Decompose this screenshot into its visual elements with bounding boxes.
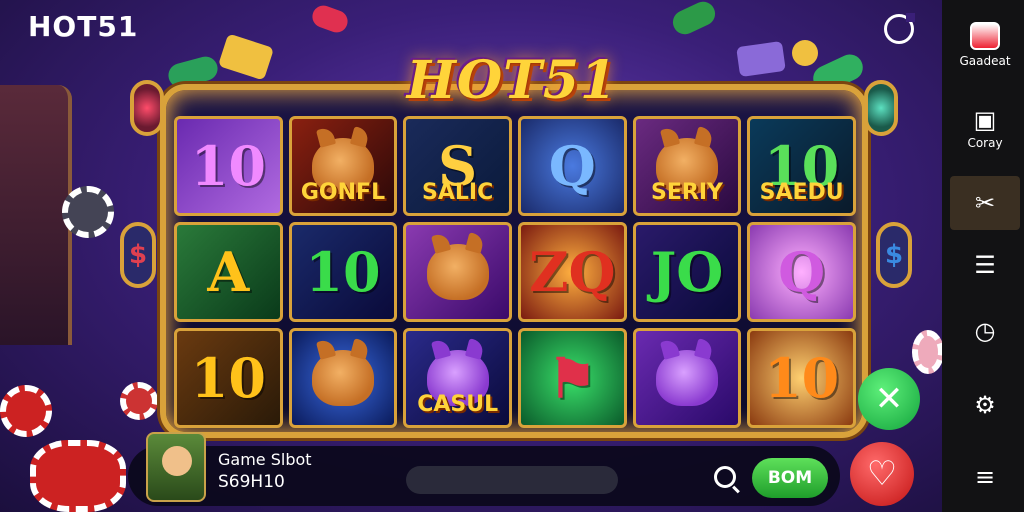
reel-tile[interactable]: CASUL <box>403 328 512 428</box>
sidebar-item-history[interactable]: ◷ <box>950 304 1020 358</box>
tile-symbol: A <box>207 240 250 304</box>
tile-symbol: Q <box>548 134 596 198</box>
animal-icon <box>311 350 374 406</box>
gem-decoration <box>309 2 351 36</box>
sidebar-item-chat[interactable]: ☰ <box>950 238 1020 292</box>
sidebar-item-games[interactable]: ▣ Coray <box>950 102 1020 156</box>
poker-chip-decoration <box>62 186 114 238</box>
poker-chip-decoration <box>0 385 52 437</box>
frame-gem-right <box>864 80 898 136</box>
reel-tile[interactable] <box>288 328 398 428</box>
reel-tile[interactable]: S SALIC <box>403 116 512 216</box>
reel-tile[interactable]: ⚑ <box>517 328 627 428</box>
close-button[interactable]: ✕ <box>858 368 920 430</box>
spin-button[interactable]: BOM <box>752 458 828 498</box>
sidebar-item-settings[interactable]: ⚙ <box>950 378 1020 432</box>
animal-icon <box>655 350 718 406</box>
reel-tile[interactable]: 10 <box>288 222 398 322</box>
tile-symbol: Q <box>778 240 826 304</box>
gold-bar-decoration <box>217 33 275 81</box>
sidebar-item-home[interactable]: Gaadeat <box>950 18 1020 72</box>
frame-gem-left <box>130 80 164 136</box>
tile-symbol: 10 <box>764 346 840 410</box>
tools-icon: ✂ <box>974 189 996 217</box>
app-logo-icon <box>970 22 1000 50</box>
tile-symbol: ⚑ <box>548 346 597 410</box>
dollar-icon-left: $ <box>120 222 156 288</box>
reel-tile[interactable]: GONFL <box>288 116 398 216</box>
favorite-button[interactable]: ♡ <box>850 442 914 506</box>
progress-bar <box>406 466 618 494</box>
menu-icon: ≡ <box>974 463 996 491</box>
sidebar-item-menu[interactable]: ≡ <box>950 450 1020 504</box>
reel-tile[interactable]: JO <box>632 222 742 322</box>
gem-decoration <box>668 0 720 39</box>
avatar[interactable] <box>146 432 206 502</box>
tile-symbol: ZQ <box>529 240 616 304</box>
reel-tile[interactable]: ZQ <box>517 222 627 322</box>
reel-tile[interactable]: Q <box>517 116 627 216</box>
poker-chip-decoration <box>120 382 158 420</box>
dollar-icon-right: $ <box>876 222 912 288</box>
animal-icon <box>426 244 489 300</box>
reel-tile[interactable] <box>403 222 512 322</box>
tile-symbol: JO <box>650 240 724 304</box>
tile-caption: SAEDU <box>759 180 844 205</box>
banknote-decoration <box>736 40 786 78</box>
reel-grid[interactable]: 10 GONFL S SALIC Q SERIY 10 SAEDU A 10 ZQ JO Q 10 CASU… <box>174 116 856 428</box>
clock-icon: ◷ <box>974 317 996 345</box>
tile-caption: SERIY <box>651 180 723 205</box>
brand-title: HOT51 <box>28 10 139 43</box>
tile-symbol: 10 <box>305 240 381 304</box>
reel-tile[interactable]: Q <box>747 222 856 322</box>
reel-tile[interactable]: 10 <box>747 328 856 428</box>
gear-icon: ⚙ <box>974 391 996 419</box>
chat-icon: ☰ <box>974 251 996 279</box>
reel-tile[interactable]: 10 SAEDU <box>747 116 856 216</box>
sidebar-item-label: Coray <box>967 136 1003 150</box>
sidebar-item-tools[interactable]: ✂ <box>950 176 1020 230</box>
balance-amount: S69H10 <box>218 472 285 492</box>
poker-chip-decoration <box>30 440 126 512</box>
tile-symbol: 10 <box>190 346 266 410</box>
search-icon[interactable] <box>714 466 736 488</box>
reel-tile[interactable]: 10 <box>174 328 283 428</box>
gamepad-icon: ▣ <box>973 106 997 134</box>
reel-tile[interactable]: SERIY <box>632 116 742 216</box>
poker-chip-decoration <box>912 330 944 374</box>
sidebar-item-label: Gaadeat <box>959 54 1011 68</box>
reel-tile[interactable]: A <box>174 222 283 322</box>
reel-tile[interactable] <box>632 328 742 428</box>
tile-caption: SALIC <box>422 180 494 205</box>
reel-tile[interactable]: 10 <box>174 116 283 216</box>
tile-caption: CASUL <box>417 392 499 417</box>
tile-symbol: 10 <box>190 134 266 198</box>
game-name: Game Slbot <box>218 450 312 469</box>
refresh-icon[interactable] <box>884 13 915 44</box>
coin-decoration <box>792 40 818 66</box>
game-logo: HOT51 <box>406 49 618 111</box>
tile-caption: GONFL <box>300 180 386 205</box>
